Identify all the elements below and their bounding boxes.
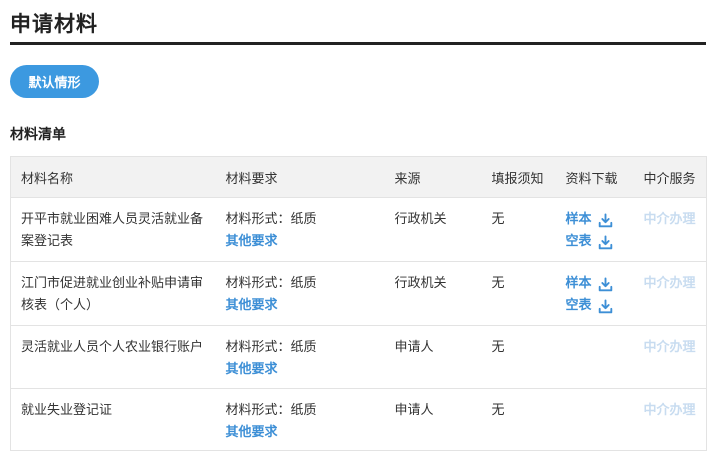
table-row: 就业失业登记证 材料形式：纸质 其他要求 申请人 无 中介办理	[10, 388, 707, 451]
material-source: 申请人	[384, 388, 482, 451]
material-name: 灵活就业人员个人农业银行账户	[10, 325, 216, 389]
sample-download-link[interactable]: 样本	[566, 209, 613, 231]
download-cell	[555, 325, 634, 389]
material-requirement: 材料形式：纸质 其他要求	[215, 325, 385, 389]
materials-table: 材料名称 材料要求 来源 填报须知 资料下载 中介服务 开平市就业困难人员灵活就…	[10, 156, 707, 451]
table-header-row: 材料名称 材料要求 来源 填报须知 资料下载 中介服务	[10, 156, 707, 198]
agency-handle-link[interactable]: 中介办理	[644, 276, 696, 291]
agency-service-cell: 中介办理	[633, 261, 707, 326]
agency-handle-link[interactable]: 中介办理	[644, 403, 696, 418]
download-cell	[555, 388, 634, 451]
blank-label: 空表	[565, 298, 592, 313]
material-form: 材料形式：纸质	[225, 340, 317, 355]
filling-notice: 无	[481, 197, 556, 262]
filling-notice: 无	[481, 261, 556, 326]
other-requirements-link[interactable]: 其他要求	[226, 295, 385, 317]
download-icon	[598, 298, 612, 313]
filling-notice: 无	[481, 388, 556, 451]
header-agency-service: 中介服务	[633, 156, 707, 198]
material-form: 材料形式：纸质	[225, 403, 317, 418]
material-requirement: 材料形式：纸质 其他要求	[215, 197, 385, 262]
material-form: 材料形式：纸质	[225, 276, 317, 291]
filling-notice: 无	[481, 325, 556, 389]
material-name: 开平市就业困难人员灵活就业备案登记表	[10, 197, 216, 262]
sample-label: 样本	[565, 276, 592, 291]
blank-label: 空表	[565, 234, 592, 249]
sample-label: 样本	[565, 212, 592, 227]
material-source: 行政机关	[384, 197, 482, 262]
material-name: 就业失业登记证	[10, 388, 216, 451]
agency-service-cell: 中介办理	[633, 197, 707, 262]
table-row: 灵活就业人员个人农业银行账户 材料形式：纸质 其他要求 申请人 无 中介办理	[10, 325, 707, 389]
download-cell: 样本 空表	[555, 261, 634, 326]
download-icon	[598, 234, 612, 249]
material-form: 材料形式：纸质	[225, 212, 317, 227]
material-requirement: 材料形式：纸质 其他要求	[215, 261, 385, 326]
download-icon	[598, 212, 612, 227]
material-source: 申请人	[384, 325, 482, 389]
page-title: 申请材料	[10, 12, 98, 36]
blank-form-download-link[interactable]: 空表	[566, 295, 613, 317]
agency-handle-link[interactable]: 中介办理	[644, 212, 696, 227]
default-scenario-button[interactable]: 默认情形	[10, 65, 99, 98]
section-title: 材料清单	[10, 127, 66, 143]
other-requirements-link[interactable]: 其他要求	[226, 359, 385, 381]
table-row: 开平市就业困难人员灵活就业备案登记表 材料形式：纸质 其他要求 行政机关 无 样…	[10, 197, 707, 262]
sample-download-link[interactable]: 样本	[566, 273, 613, 295]
material-requirement: 材料形式：纸质 其他要求	[215, 388, 385, 451]
table-row: 江门市促进就业创业补贴申请审核表（个人） 材料形式：纸质 其他要求 行政机关 无…	[10, 261, 707, 326]
blank-form-download-link[interactable]: 空表	[566, 231, 613, 253]
header-source: 来源	[384, 156, 482, 198]
other-requirements-link[interactable]: 其他要求	[226, 231, 385, 253]
header-download: 资料下载	[555, 156, 634, 198]
header-material-name: 材料名称	[10, 156, 216, 198]
header-filling-notice: 填报须知	[481, 156, 556, 198]
download-cell: 样本 空表	[555, 197, 634, 262]
material-name: 江门市促进就业创业补贴申请审核表（个人）	[10, 261, 216, 326]
header-material-requirement: 材料要求	[215, 156, 385, 198]
title-divider	[10, 42, 706, 45]
agency-handle-link[interactable]: 中介办理	[644, 340, 696, 355]
download-icon	[598, 276, 612, 291]
material-source: 行政机关	[384, 261, 482, 326]
other-requirements-link[interactable]: 其他要求	[226, 422, 385, 444]
agency-service-cell: 中介办理	[633, 388, 707, 451]
agency-service-cell: 中介办理	[633, 325, 707, 389]
